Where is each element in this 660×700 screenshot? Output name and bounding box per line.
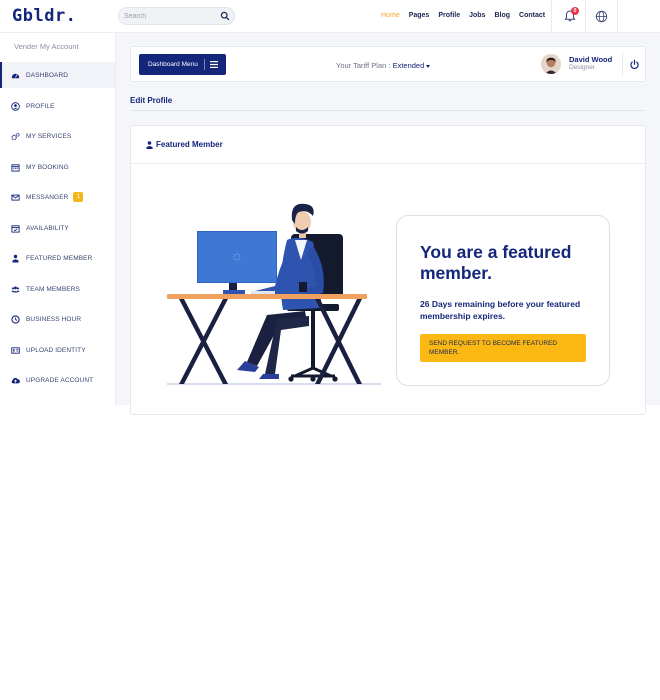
sidebar-item-dashboard[interactable]: DASHBOARD [0,62,115,88]
envelope-icon [11,194,20,201]
user-icon [146,140,153,149]
sidebar-item-team-members[interactable]: TEAM MEMBERS [0,276,115,302]
featured-status-panel: You are a featured member. 26 Days remai… [396,215,610,386]
featured-member-card: Featured Member You are a featured membe… [130,125,646,415]
card-header-label: Featured Member [146,140,223,149]
user-tie-icon [12,254,19,263]
dashboard-menu-label: Dashboard Menu [148,61,198,68]
sidebar-item-label: MY SERVICES [26,132,72,140]
sidebar-item-label: BUSINESS HOUR [26,315,82,323]
search-icon[interactable] [220,11,230,21]
avatar-image [541,54,561,74]
sidebar-item-business-hour[interactable]: BUSINESS HOUR [0,306,115,332]
hamburger-menu-icon [209,61,218,68]
main-nav: Home Pages Profile Jobs Blog Contact [381,12,545,19]
cogs-icon [11,132,20,140]
sidebar-item-label: DASHBOARD [26,71,69,79]
user-circle-icon [11,101,20,111]
search-input[interactable] [124,10,214,22]
cloud-upload-icon [11,377,20,383]
sidebar-item-featured-member[interactable]: FEATURED MEMBER [0,245,115,271]
caret-down-icon[interactable] [426,64,431,68]
nav-jobs[interactable]: Jobs [469,12,485,19]
nav-blog[interactable]: Blog [494,12,510,19]
top-header: Gbldr. Home Pages Profile Jobs Blog Cont… [0,0,660,33]
globe-icon[interactable] [595,10,608,23]
card-header: Featured Member [131,126,645,164]
sidebar-item-profile[interactable]: PROFILE [0,93,115,119]
sidebar-item-messanger[interactable]: MESSANGER 1 [0,184,115,210]
featured-status-heading: You are a featured member. [420,242,572,283]
tariff-label: Your Tariff Plan : [336,61,391,70]
sidebar-item-availability[interactable]: AVAILABILITY [0,215,115,241]
featured-days-remaining: 26 Days remaining before your featured m… [420,299,581,321]
sidebar-item-my-booking[interactable]: MY BOOKING [0,154,115,180]
toolbar-divider [622,53,623,76]
sidebar-item-upload-identity[interactable]: UPLOAD IDENTITY [0,337,115,363]
sidebar-item-label: TEAM MEMBERS [26,285,80,293]
sidebar-item-label: AVAILABILITY [26,224,69,232]
tariff-plan-dropdown[interactable]: Extended [393,61,425,70]
sidebar-item-label: MY BOOKING [26,163,69,171]
nav-profile[interactable]: Profile [438,12,460,19]
dashboard-toolbar: Dashboard Menu Your Tariff Plan : Extend… [130,46,646,82]
nav-contact[interactable]: Contact [519,12,545,19]
site-logo[interactable]: Gbldr. [12,6,76,26]
page-title: Edit Profile [130,96,173,105]
user-role: Designer [569,64,596,71]
power-icon[interactable] [629,59,640,70]
sidebar-item-label: UPGRADE ACCOUNT [26,376,94,384]
user-avatar[interactable] [541,54,561,74]
sidebar-item-my-services[interactable]: MY SERVICES [0,123,115,149]
sidebar-item-label: UPLOAD IDENTITY [26,346,86,354]
dashboard-menu-button[interactable]: Dashboard Menu [139,54,226,75]
send-featured-request-button[interactable]: SEND REQUEST TO BECOME FEATURED MEMBER. [420,334,586,362]
nav-home[interactable]: Home [381,12,400,19]
dashboard-icon [11,73,20,78]
main-content: Dashboard Menu Your Tariff Plan : Extend… [116,33,660,415]
user-name[interactable]: David Wood [569,55,612,64]
button-divider [203,59,205,70]
featured-member-illustration [167,203,381,385]
sidebar-item-upgrade-account[interactable]: UPGRADE ACCOUNT [0,367,115,393]
clock-icon [11,314,20,324]
tariff-plan: Your Tariff Plan : Extended [336,61,431,70]
page: Gbldr. Home Pages Profile Jobs Blog Cont… [0,0,660,700]
nav-pages[interactable]: Pages [409,12,430,19]
header-divider [617,0,618,33]
sidebar-title: Vender My Account [14,42,79,51]
messanger-count-badge: 1 [73,192,84,202]
sidebar-item-label: FEATURED MEMBER [26,254,93,262]
notification-badge: 0 [571,7,579,15]
calendar-check-icon [11,224,20,233]
calendar-icon [11,163,20,172]
users-icon [11,285,20,293]
sidebar-item-label: PROFILE [26,102,55,110]
search-box [118,7,235,25]
header-divider [551,0,552,33]
header-divider [585,0,586,33]
id-card-icon [11,346,20,354]
card-title: Featured Member [156,140,223,149]
sidebar: Vender My Account DASHBOARD PROFILE MY S… [0,33,116,405]
sidebar-item-label: MESSANGER [26,193,69,201]
title-divider [130,110,646,111]
